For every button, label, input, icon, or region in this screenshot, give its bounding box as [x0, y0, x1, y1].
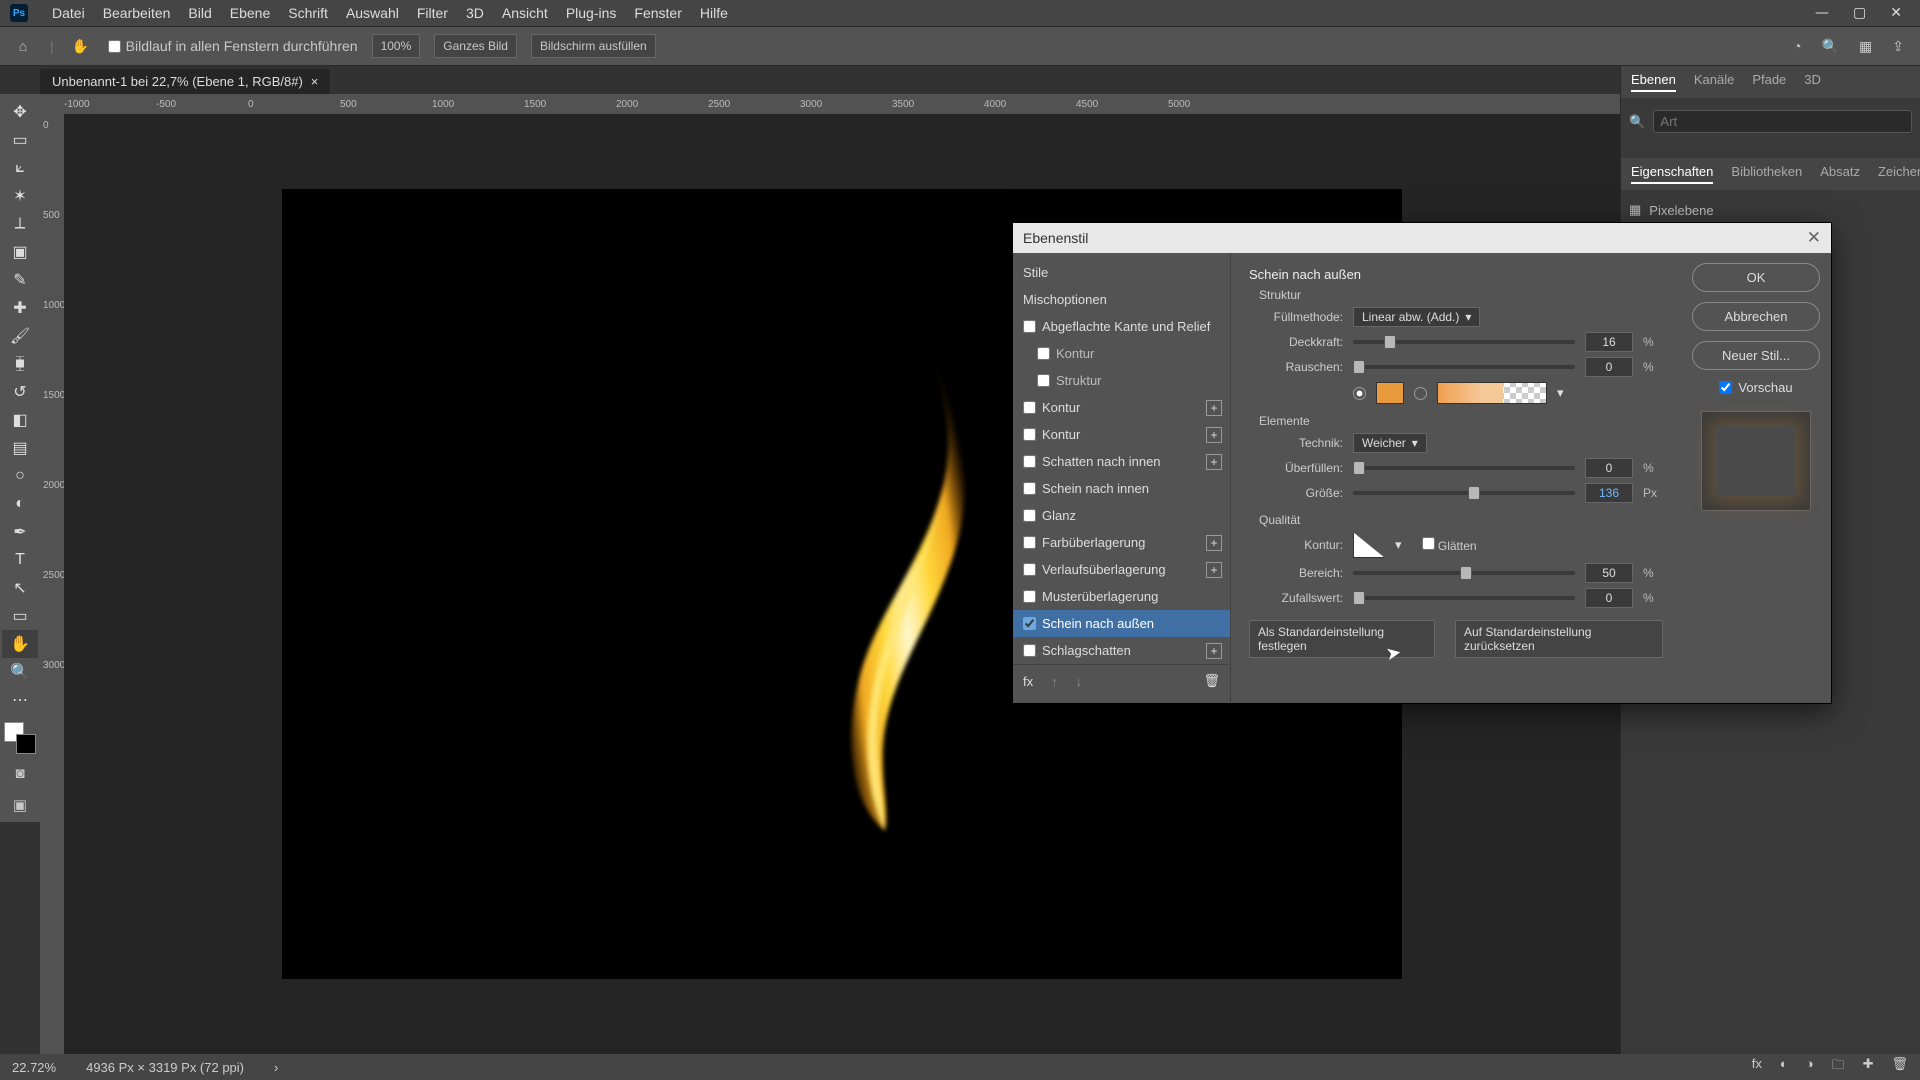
style-schlagschatten[interactable]: Schlagschatten+	[1013, 637, 1230, 664]
style-verlauf[interactable]: Verlaufsüberlagerung+	[1013, 556, 1230, 583]
unit-percent: %	[1643, 335, 1663, 349]
groesse-value[interactable]: 136	[1585, 483, 1633, 503]
dialog-backdrop: Ebenenstil ✕ Stile Mischoptionen Abgefla…	[0, 0, 1920, 1080]
fuellmethode-label: Füllmethode:	[1263, 310, 1343, 324]
style-stile[interactable]: Stile	[1013, 259, 1230, 286]
default-reset-button[interactable]: Auf Standardeinstellung zurücksetzen	[1455, 620, 1663, 658]
contour-picker[interactable]	[1353, 532, 1385, 558]
cancel-button[interactable]: Abbrechen	[1692, 302, 1820, 331]
style-schatten-innen[interactable]: Schatten nach innen+	[1013, 448, 1230, 475]
preview-checkbox[interactable]: Vorschau	[1719, 380, 1792, 395]
style-mischoptionen[interactable]: Mischoptionen	[1013, 286, 1230, 313]
groesse-label: Größe:	[1263, 486, 1343, 500]
dialog-title: Ebenenstil	[1023, 230, 1088, 246]
style-schein-aussen[interactable]: Schein nach außen	[1013, 610, 1230, 637]
gradient-radio[interactable]	[1414, 387, 1427, 400]
zufall-value[interactable]: 0	[1585, 588, 1633, 608]
default-set-button[interactable]: Als Standardeinstellung festlegen	[1249, 620, 1435, 658]
struktur-label: Struktur	[1259, 288, 1663, 302]
glaetten-checkbox[interactable]: Glätten	[1422, 537, 1477, 553]
unit-percent: %	[1643, 566, 1663, 580]
add-icon[interactable]: +	[1206, 562, 1222, 578]
deckkraft-value[interactable]: 16	[1585, 332, 1633, 352]
section-title: Schein nach außen	[1249, 267, 1663, 282]
add-icon[interactable]: +	[1206, 643, 1222, 659]
color-radio[interactable]	[1353, 387, 1366, 400]
style-kontur[interactable]: Kontur+	[1013, 394, 1230, 421]
unit-percent: %	[1643, 591, 1663, 605]
deckkraft-label: Deckkraft:	[1263, 335, 1343, 349]
chevron-down-icon[interactable]: ▾	[1395, 537, 1402, 553]
style-glanz[interactable]: Glanz	[1013, 502, 1230, 529]
kontur-label: Kontur:	[1263, 538, 1343, 552]
add-icon[interactable]: +	[1206, 427, 1222, 443]
bereich-value[interactable]: 50	[1585, 563, 1633, 583]
chevron-down-icon: ▾	[1465, 310, 1471, 324]
rauschen-label: Rauschen:	[1263, 360, 1343, 374]
style-list: Stile Mischoptionen Abgeflachte Kante un…	[1013, 253, 1231, 703]
groesse-slider[interactable]	[1353, 491, 1575, 495]
ueberfuellen-slider[interactable]	[1353, 466, 1575, 470]
rauschen-slider[interactable]	[1353, 365, 1575, 369]
qualitaet-label: Qualität	[1259, 513, 1663, 527]
glow-gradient-swatch[interactable]	[1437, 382, 1547, 404]
elemente-label: Elemente	[1259, 414, 1663, 428]
glow-color-swatch[interactable]	[1376, 382, 1404, 404]
deckkraft-slider[interactable]	[1353, 340, 1575, 344]
layer-style-dialog: Ebenenstil ✕ Stile Mischoptionen Abgefla…	[1012, 222, 1832, 704]
style-settings: Schein nach außen Struktur Füllmethode: …	[1231, 253, 1681, 703]
dialog-close-icon[interactable]: ✕	[1807, 228, 1821, 248]
add-icon[interactable]: +	[1206, 454, 1222, 470]
unit-percent: %	[1643, 461, 1663, 475]
add-icon[interactable]: +	[1206, 535, 1222, 551]
style-schein-innen[interactable]: Schein nach innen	[1013, 475, 1230, 502]
unit-percent: %	[1643, 360, 1663, 374]
style-preview	[1701, 411, 1811, 511]
technik-label: Technik:	[1263, 436, 1343, 450]
technik-select[interactable]: Weicher▾	[1353, 433, 1427, 453]
zufall-label: Zufallswert:	[1263, 591, 1343, 605]
style-kontur-sub[interactable]: Kontur	[1013, 340, 1230, 367]
bereich-slider[interactable]	[1353, 571, 1575, 575]
style-muster[interactable]: Musterüberlagerung	[1013, 583, 1230, 610]
ueberfuellen-label: Überfüllen:	[1263, 461, 1343, 475]
zufall-slider[interactable]	[1353, 596, 1575, 600]
style-kontur2[interactable]: Kontur+	[1013, 421, 1230, 448]
rauschen-value[interactable]: 0	[1585, 357, 1633, 377]
style-farb[interactable]: Farbüberlagerung+	[1013, 529, 1230, 556]
add-icon[interactable]: +	[1206, 400, 1222, 416]
down-arrow-icon[interactable]: ↓	[1076, 674, 1083, 689]
ok-button[interactable]: OK	[1692, 263, 1820, 292]
dialog-buttons: OK Abbrechen Neuer Stil... Vorschau	[1681, 253, 1831, 703]
up-arrow-icon[interactable]: ↑	[1051, 674, 1058, 689]
fuellmethode-select[interactable]: Linear abw. (Add.)▾	[1353, 307, 1480, 327]
unit-px: Px	[1643, 486, 1663, 500]
trash-icon[interactable]: 🗑	[1203, 673, 1220, 689]
chevron-down-icon: ▾	[1412, 436, 1418, 450]
style-struktur-sub[interactable]: Struktur	[1013, 367, 1230, 394]
bereich-label: Bereich:	[1263, 566, 1343, 580]
ueberfuellen-value[interactable]: 0	[1585, 458, 1633, 478]
style-bevel[interactable]: Abgeflachte Kante und Relief	[1013, 313, 1230, 340]
fx-icon[interactable]: fx	[1023, 674, 1033, 689]
chevron-down-icon[interactable]: ▾	[1557, 385, 1564, 401]
new-style-button[interactable]: Neuer Stil...	[1692, 341, 1820, 370]
dialog-titlebar[interactable]: Ebenenstil ✕	[1013, 223, 1831, 253]
